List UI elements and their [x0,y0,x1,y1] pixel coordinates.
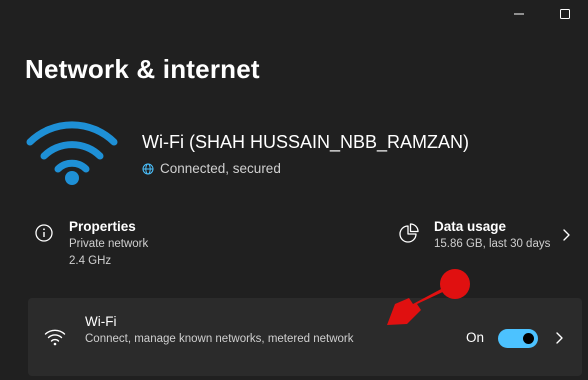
wifi-toggle-label: On [466,330,485,345]
wifi-card-title: Wi-Fi [85,314,117,329]
maximize-icon [560,9,570,19]
properties-network-type: Private network [69,238,149,250]
chevron-right-icon[interactable] [560,227,574,243]
properties-link[interactable]: Properties Private network 2.4 GHz [33,218,148,270]
data-usage-icon [399,223,419,243]
page-title: Network & internet [25,54,260,84]
minimize-button[interactable] [496,0,542,28]
info-icon [35,224,53,242]
wifi-settings-card[interactable]: Wi-Fi Connect, manage known networks, me… [28,298,582,376]
network-name: Wi-Fi (SHAH HUSSAIN_NBB_RAMZAN) [142,132,470,152]
data-usage-amount: 15.86 GB, last 30 days [434,238,551,250]
chevron-right-icon[interactable] [554,331,566,345]
wifi-card-description: Connect, manage known networks, metered … [85,333,354,345]
maximize-button[interactable] [542,0,588,28]
data-usage-title: Data usage [434,219,507,234]
wifi-toggle[interactable] [498,329,538,348]
minimize-icon [514,13,524,15]
data-usage-link[interactable]: Data usage 15.86 GB, last 30 days [398,218,550,253]
network-status: Connected, secured [142,161,281,176]
properties-title: Properties [69,219,136,234]
wifi-icon [44,329,66,346]
properties-band: 2.4 GHz [69,255,112,267]
wifi-toggle-knob [523,333,534,344]
title-bar-controls [496,0,588,28]
globe-icon [142,163,154,174]
settings-window: Network & internet Wi-Fi (SHAH HUSSAIN_N… [0,0,588,380]
wifi-signal-icon [26,121,118,185]
network-status-text: Connected, secured [160,161,281,176]
